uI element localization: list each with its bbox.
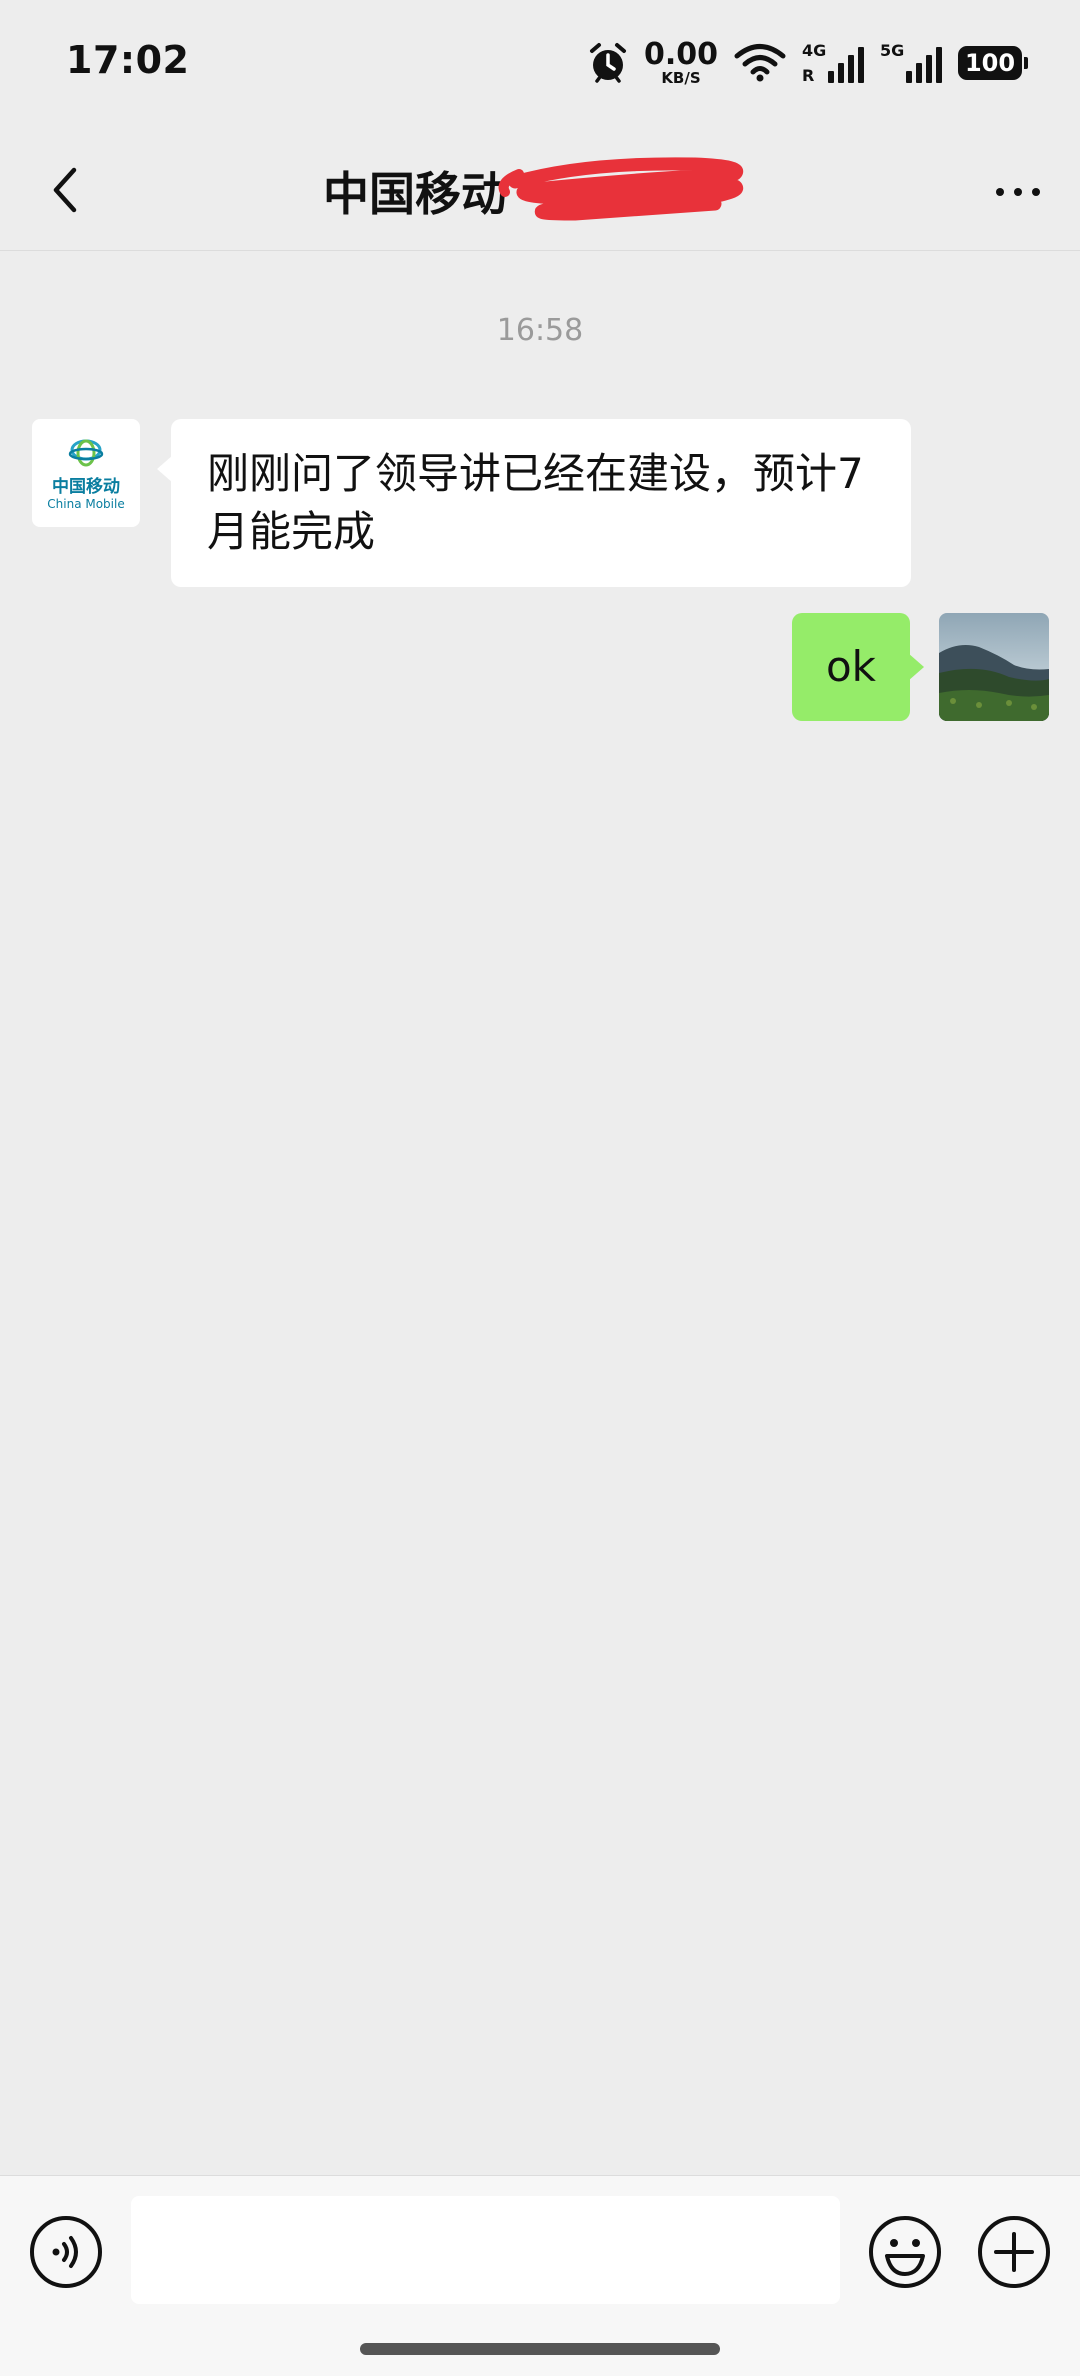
- voice-icon[interactable]: [28, 2214, 104, 2290]
- battery-icon: 100: [958, 46, 1028, 80]
- user-avatar[interactable]: [939, 613, 1049, 721]
- status-time: 17:02: [66, 38, 190, 82]
- status-icons: 0.00 KB/S 4G R 5G 100: [588, 38, 1028, 88]
- chat-screen: 17:02 0.00 KB/S 4G R 5G 100 中国移动 16:58 中…: [0, 0, 1080, 2376]
- network-speed: 0.00 KB/S: [644, 40, 718, 86]
- avatar-logo-subtext: China Mobile: [47, 496, 125, 511]
- signal-4g-label: 4G: [802, 41, 827, 60]
- message-text-input[interactable]: [131, 2196, 840, 2304]
- chat-title-text: 中国移动: [323, 167, 507, 221]
- chat-header: 中国移动: [0, 130, 1080, 251]
- emoji-icon[interactable]: [867, 2214, 943, 2290]
- signal-5g-label: 5G: [880, 41, 905, 60]
- sent-message-bubble[interactable]: ok: [791, 613, 925, 721]
- signal-4g: 4G R: [802, 41, 864, 85]
- roaming-label: R: [802, 66, 815, 85]
- received-message-bubble[interactable]: 刚刚问了领导讲已经在建设，预计7月能完成: [157, 419, 911, 587]
- home-indicator[interactable]: [360, 2343, 720, 2355]
- status-bar: 17:02 0.00 KB/S 4G R 5G 100: [0, 0, 1080, 130]
- signal-5g: 5G: [880, 41, 942, 85]
- signal-icon: [828, 47, 864, 83]
- battery-level: 100: [964, 49, 1016, 77]
- contact-avatar[interactable]: 中国移动 China Mobile: [32, 419, 140, 527]
- avatar-logo-text: 中国移动: [52, 476, 120, 497]
- redaction-scribble: [498, 157, 744, 221]
- message-timestamp: 16:58: [496, 313, 584, 348]
- network-speed-value: 0.00: [643, 37, 718, 72]
- alarm-icon: [589, 43, 626, 83]
- network-speed-unit: KB/S: [661, 69, 701, 87]
- chat-title[interactable]: 中国移动: [323, 157, 757, 224]
- plus-icon[interactable]: [976, 2214, 1052, 2290]
- more-dots-icon[interactable]: [986, 160, 1050, 224]
- chat-title-wrap: 中国移动: [0, 157, 1080, 224]
- china-mobile-logo-icon: [68, 439, 104, 466]
- wifi-icon: [734, 44, 786, 82]
- signal-icon: [906, 47, 942, 83]
